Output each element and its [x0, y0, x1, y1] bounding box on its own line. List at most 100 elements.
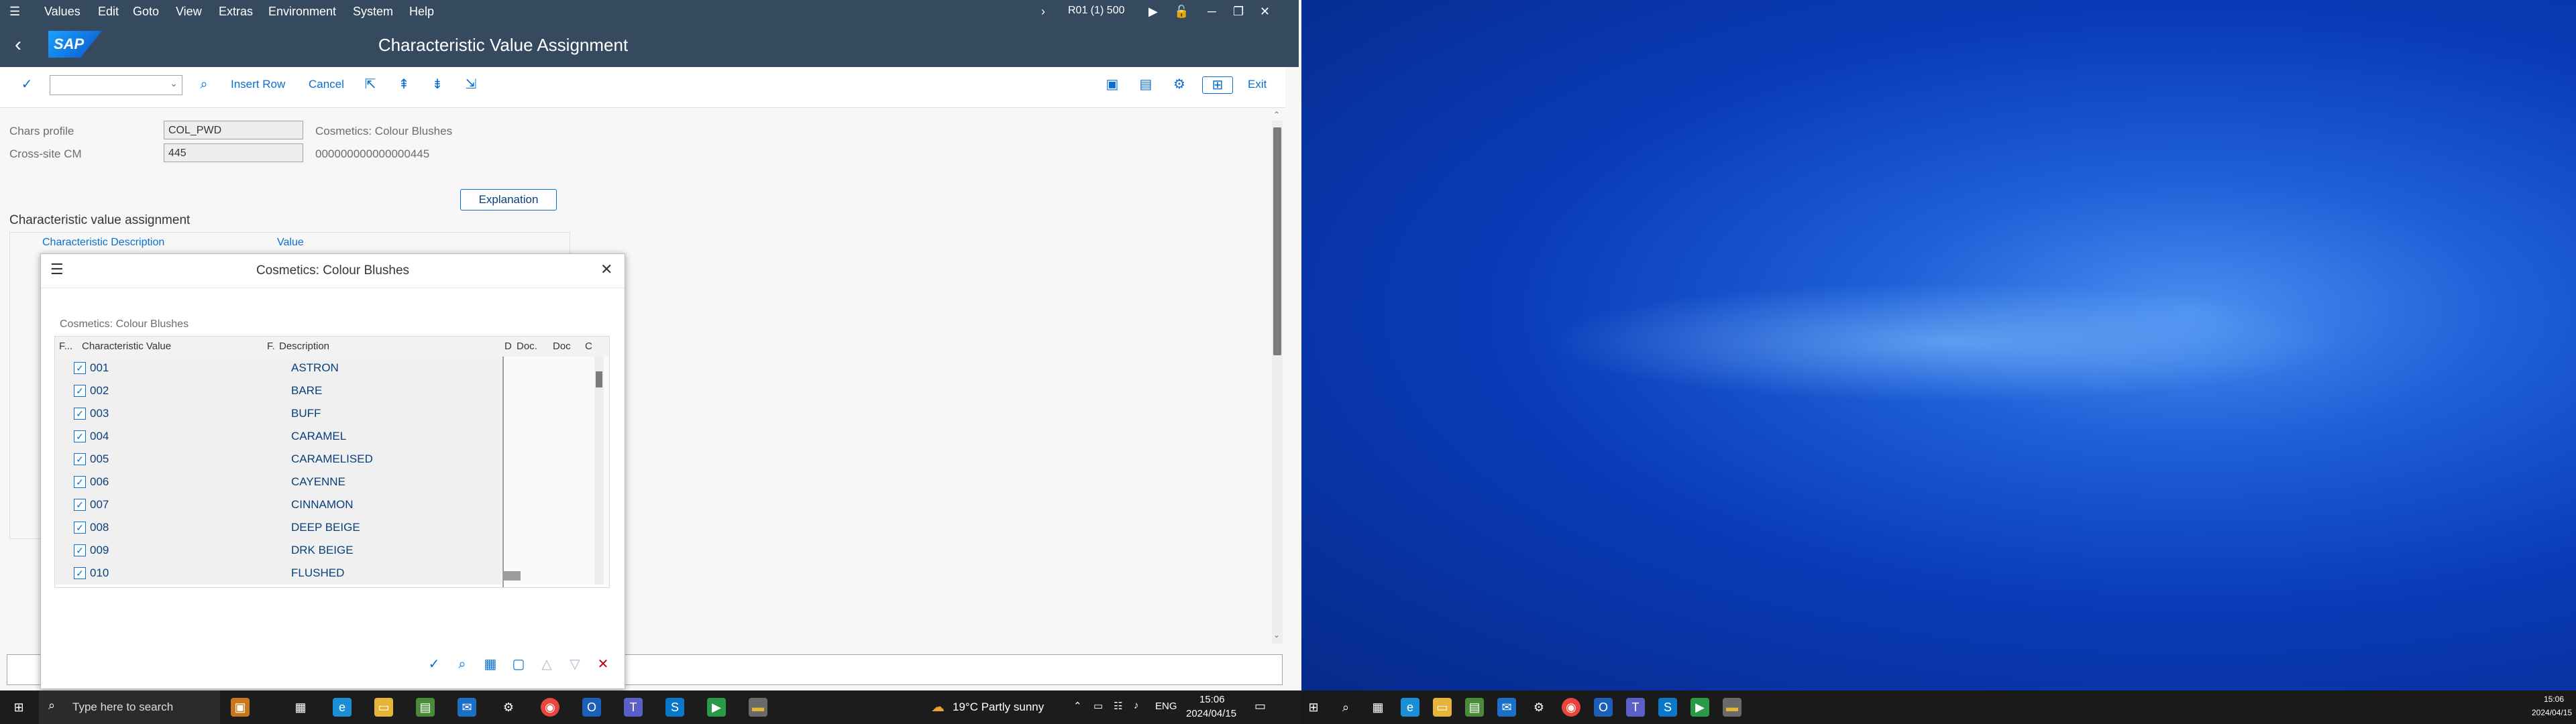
explanation-button[interactable]: Explanation: [460, 189, 557, 210]
maximize-icon[interactable]: ❐: [1233, 5, 1244, 19]
column-characteristic-description[interactable]: Characteristic Description: [42, 237, 164, 249]
header-d[interactable]: D: [504, 341, 512, 352]
vertical-scrollbar-thumb[interactable]: [1273, 127, 1281, 355]
notifications-icon[interactable]: ▭: [1254, 699, 1266, 713]
dialog-deselect-icon[interactable]: ▢: [511, 656, 527, 672]
scroll-up-icon[interactable]: ⌃: [1273, 110, 1280, 119]
last-page-icon[interactable]: ⇲: [463, 76, 479, 93]
menu-view[interactable]: View: [176, 5, 202, 19]
volume-icon[interactable]: ♪: [1134, 700, 1139, 711]
minimize-icon[interactable]: ─: [1208, 5, 1216, 19]
menu-values[interactable]: Values: [44, 5, 80, 19]
row-checkbox[interactable]: ✓: [74, 453, 86, 465]
dialog-confirm-icon[interactable]: ✓: [426, 656, 442, 672]
windows-start-icon[interactable]: ⊞: [1304, 698, 1323, 717]
chevron-right-icon[interactable]: ›: [1041, 5, 1045, 19]
chars-profile-field[interactable]: COL_PWD: [164, 121, 303, 139]
menu-edit[interactable]: Edit: [98, 5, 119, 19]
dialog-close-icon[interactable]: ✕: [600, 261, 612, 278]
teams-icon[interactable]: T: [1626, 698, 1645, 717]
table-row[interactable]: ✓ 008 DEEP BEIGE: [55, 516, 503, 539]
header-description[interactable]: Description: [279, 341, 329, 352]
row-checkbox[interactable]: ✓: [74, 385, 86, 397]
skype-icon[interactable]: S: [1658, 698, 1677, 717]
menu-help[interactable]: Help: [409, 5, 434, 19]
chrome-icon[interactable]: ◉: [1562, 698, 1580, 717]
task-view-icon[interactable]: ▦: [1368, 698, 1387, 717]
settings-icon[interactable]: ⚙: [1171, 76, 1187, 93]
network-icon[interactable]: ☷: [1114, 700, 1122, 712]
show-hidden-icons-icon[interactable]: ⌃: [1073, 700, 1082, 712]
store-icon[interactable]: ▤: [1465, 698, 1484, 717]
outlook-icon[interactable]: O: [582, 698, 601, 717]
clock-time[interactable]: 15:06: [1199, 694, 1225, 705]
edge-icon[interactable]: e: [333, 698, 352, 717]
header-doc2[interactable]: Doc: [553, 341, 571, 352]
table-row[interactable]: ✓ 004 CARAMEL: [55, 425, 503, 448]
next-page-icon[interactable]: ⇟: [429, 76, 445, 93]
table-row[interactable]: ✓ 009 DRK BEIGE: [55, 539, 503, 562]
menu-goto[interactable]: Goto: [133, 5, 159, 19]
first-page-icon[interactable]: ⇱: [362, 76, 378, 93]
unlock-icon[interactable]: 🔓: [1174, 5, 1189, 19]
taskbar-search-box[interactable]: ⌕ Type here to search: [39, 690, 220, 724]
hamburger-menu-icon[interactable]: ☰: [9, 5, 20, 19]
menu-environment[interactable]: Environment: [268, 5, 336, 19]
close-window-icon[interactable]: ✕: [1260, 5, 1270, 19]
row-checkbox[interactable]: ✓: [74, 522, 86, 534]
table-row[interactable]: ✓ 007 CINNAMON: [55, 493, 503, 516]
row-checkbox[interactable]: ✓: [74, 544, 86, 556]
clock-date[interactable]: 2024/04/15: [1186, 708, 1236, 719]
menu-extras[interactable]: Extras: [219, 5, 253, 19]
menu-system[interactable]: System: [353, 5, 393, 19]
outlook-icon[interactable]: O: [1594, 698, 1613, 717]
search-icon[interactable]: ⌕: [1336, 698, 1355, 717]
grid-horizontal-scrollbar-thumb[interactable]: [503, 571, 521, 581]
table-row[interactable]: ✓ 006 CAYENNE: [55, 471, 503, 493]
clock-time[interactable]: 15:06: [2544, 695, 2564, 704]
dialog-sort-icon[interactable]: △: [539, 656, 555, 672]
grid-scrollbar-thumb[interactable]: [596, 371, 602, 387]
task-view-icon[interactable]: ▦: [291, 698, 310, 717]
cancel-button[interactable]: Cancel: [309, 78, 344, 91]
sap-gui-icon[interactable]: ▬: [1723, 698, 1741, 717]
layout-icon[interactable]: ▤: [1138, 76, 1154, 93]
exit-button[interactable]: Exit: [1248, 78, 1267, 91]
cross-site-cm-field[interactable]: 445: [164, 143, 303, 162]
play-icon[interactable]: ▶: [1148, 5, 1158, 19]
row-checkbox[interactable]: ✓: [74, 430, 86, 442]
language-indicator[interactable]: ENG: [1155, 701, 1177, 712]
row-checkbox[interactable]: ✓: [74, 567, 86, 579]
toolbox-icon[interactable]: ▣: [231, 698, 250, 717]
scroll-down-icon[interactable]: ⌄: [1273, 630, 1280, 640]
calendar-icon[interactable]: ▣: [1104, 76, 1120, 93]
settings-icon[interactable]: ⚙: [499, 698, 518, 717]
table-row[interactable]: ✓ 001 ASTRON: [55, 357, 503, 379]
chrome-icon[interactable]: ◉: [541, 698, 559, 717]
teams-icon[interactable]: T: [624, 698, 643, 717]
table-row[interactable]: ✓ 010 FLUSHED: [55, 562, 503, 585]
file-explorer-icon[interactable]: ▭: [1433, 698, 1452, 717]
header-doc1[interactable]: Doc.: [517, 341, 537, 352]
row-checkbox[interactable]: ✓: [74, 408, 86, 420]
skype-icon[interactable]: S: [665, 698, 684, 717]
sap-logon-icon[interactable]: ▶: [707, 698, 726, 717]
command-field-dropdown[interactable]: ⌄: [50, 75, 182, 95]
edge-icon[interactable]: e: [1401, 698, 1419, 717]
mail-icon[interactable]: ✉: [1497, 698, 1516, 717]
row-checkbox[interactable]: ✓: [74, 362, 86, 374]
clock-date[interactable]: 2024/04/15: [2532, 708, 2572, 717]
settings-icon[interactable]: ⚙: [1529, 698, 1548, 717]
header-f[interactable]: F...: [59, 341, 72, 352]
header-c[interactable]: C: [585, 341, 592, 352]
insert-row-button[interactable]: Insert Row: [231, 78, 285, 91]
dialog-select-all-icon[interactable]: ▦: [482, 656, 498, 672]
row-checkbox[interactable]: ✓: [74, 499, 86, 511]
header-f2[interactable]: F.: [267, 341, 275, 352]
dialog-cancel-icon[interactable]: ✕: [595, 656, 611, 672]
dialog-search-icon[interactable]: ⌕: [454, 656, 470, 672]
table-row[interactable]: ✓ 005 CARAMELISED: [55, 448, 503, 471]
table-row[interactable]: ✓ 002 BARE: [55, 379, 503, 402]
store-icon[interactable]: ▤: [416, 698, 435, 717]
customize-layout-icon[interactable]: ⊞: [1202, 76, 1233, 94]
